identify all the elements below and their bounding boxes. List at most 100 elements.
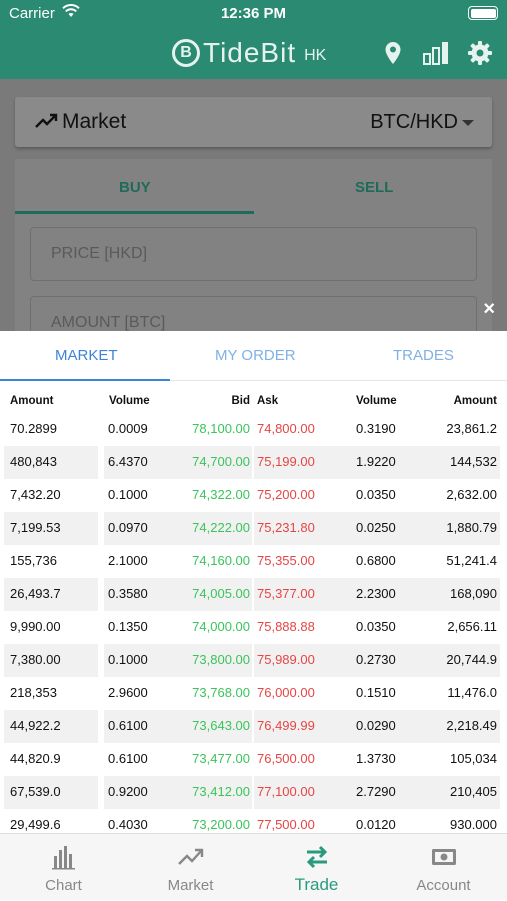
chevron-down-icon [462, 120, 474, 126]
tab-buy[interactable]: BUY [119, 179, 151, 196]
table-row[interactable]: 29,499.6 0.4030 73,200.00 77,500.00 0.0120 93… [0, 809, 507, 833]
market-selector[interactable]: Market BTC/HKD [15, 97, 492, 147]
bid-volume-cell: 0.1000 [108, 652, 148, 667]
bid-volume-cell: 2.9600 [108, 685, 148, 700]
status-bar: Carrier 12:36 PM [0, 0, 507, 28]
ask-amount-cell: 105,034 [450, 751, 497, 766]
nav-market[interactable]: Market [127, 834, 254, 901]
ask-volume-cell: 1.9220 [356, 454, 396, 469]
bid-volume-cell: 2.1000 [108, 553, 148, 568]
close-icon[interactable]: × [483, 298, 495, 321]
active-tab-indicator [0, 379, 170, 381]
ask-price-cell: 76,499.99 [257, 718, 315, 733]
tab-trades[interactable]: TRADES [393, 347, 454, 364]
brand-logo: B TideBit HK [172, 37, 326, 69]
bid-price-cell: 74,222.00 [192, 520, 250, 535]
nav-trade[interactable]: Trade [253, 834, 380, 901]
ask-amount-cell: 930.000 [450, 817, 497, 832]
ask-amount-cell: 168,090 [450, 586, 497, 601]
account-cash-icon [431, 849, 456, 865]
ask-amount-cell: 144,532 [450, 454, 497, 469]
ask-price-cell: 74,800.00 [257, 421, 315, 436]
table-row[interactable]: 155,736 2.1000 74,160.00 75,355.00 0.6800 51,… [0, 545, 507, 578]
tab-my-order[interactable]: MY ORDER [215, 347, 296, 364]
table-row[interactable]: 44,922.2 0.6100 73,643.00 76,499.99 0.0290 2,… [0, 710, 507, 743]
nav-market-label: Market [167, 877, 214, 894]
sheet-tabs: MARKET MY ORDER TRADES [0, 331, 507, 381]
ask-amount-cell: 2,632.00 [446, 487, 497, 502]
table-row[interactable]: 9,990.00 0.1350 74,000.00 75,888.88 0.0350 2,… [0, 611, 507, 644]
ask-volume-cell: 0.0350 [356, 619, 396, 634]
col-bid: Bid [231, 395, 250, 407]
bid-amount-cell: 44,922.2 [10, 718, 61, 733]
table-row[interactable]: 67,539.0 0.9200 73,412.00 77,100.00 2.7290 21… [0, 776, 507, 809]
bid-price-cell: 74,322.00 [192, 487, 250, 502]
ask-amount-cell: 11,476.0 [447, 685, 497, 700]
bid-price-cell: 73,200.00 [192, 817, 250, 832]
bid-price-cell: 74,700.00 [192, 454, 250, 469]
ask-price-cell: 77,100.00 [257, 784, 315, 799]
amount-input[interactable]: AMOUNT [BTC] [30, 296, 477, 331]
table-row[interactable]: 7,380.00 0.1000 73,800.00 75,989.00 0.2730 20… [0, 644, 507, 677]
table-row[interactable]: 480,843 6.4370 74,700.00 75,199.00 1.9220 144… [0, 446, 507, 479]
ask-volume-cell: 0.1510 [356, 685, 396, 700]
bid-price-cell: 73,768.00 [192, 685, 250, 700]
chart-icon [51, 846, 75, 870]
order-book-rows: 70.2899 0.0009 78,100.00 74,800.00 0.3190 23,… [0, 413, 507, 833]
ask-price-cell: 75,888.88 [257, 619, 315, 634]
tab-sell[interactable]: SELL [355, 179, 393, 196]
bid-amount-cell: 44,820.9 [10, 751, 61, 766]
nav-trade-label: Trade [294, 875, 339, 894]
bid-amount-cell: 218,353 [10, 685, 57, 700]
ask-amount-cell: 210,405 [450, 784, 497, 799]
bid-price-cell: 73,412.00 [192, 784, 250, 799]
bid-amount-cell: 9,990.00 [10, 619, 61, 634]
status-time: 12:36 PM [220, 5, 287, 22]
ask-price-cell: 75,231.80 [257, 520, 315, 535]
table-row[interactable]: 7,199.53 0.0970 74,222.00 75,231.80 0.0250 1,… [0, 512, 507, 545]
bid-price-cell: 74,005.00 [192, 586, 250, 601]
table-row[interactable]: 26,493.7 0.3580 74,005.00 75,377.00 2.2300 16… [0, 578, 507, 611]
table-row[interactable]: 44,820.9 0.6100 73,477.00 76,500.00 1.3730 10… [0, 743, 507, 776]
price-input[interactable]: PRICE [HKD] [30, 227, 477, 281]
pair-select[interactable]: BTC/HKD [370, 111, 458, 134]
ask-price-cell: 75,377.00 [257, 586, 315, 601]
location-pin-icon[interactable] [380, 40, 406, 66]
nav-account[interactable]: Account [380, 834, 507, 901]
buy-tab-indicator [15, 211, 254, 214]
bid-price-cell: 73,800.00 [192, 652, 250, 667]
bid-volume-cell: 0.1000 [108, 487, 148, 502]
bid-amount-cell: 155,736 [10, 553, 57, 568]
order-book-header: Amount Volume Bid Ask Volume Amount [0, 393, 507, 411]
bid-volume-cell: 0.9200 [108, 784, 148, 799]
bid-amount-cell: 480,843 [10, 454, 57, 469]
bid-volume-cell: 0.3580 [108, 586, 148, 601]
nav-chart-label: Chart [45, 877, 82, 894]
ask-volume-cell: 0.0290 [356, 718, 396, 733]
ask-volume-cell: 2.7290 [356, 784, 396, 799]
ask-price-cell: 75,355.00 [257, 553, 315, 568]
nav-account-label: Account [416, 877, 471, 894]
nav-chart[interactable]: Chart [0, 834, 127, 901]
ask-price-cell: 76,000.00 [257, 685, 315, 700]
table-row[interactable]: 218,353 2.9600 73,768.00 76,000.00 0.1510 11,… [0, 677, 507, 710]
col-ask-volume: Volume [356, 395, 397, 407]
table-row[interactable]: 7,432.20 0.1000 74,322.00 75,200.00 0.0350 2,… [0, 479, 507, 512]
brand-name: TideBit [203, 37, 297, 68]
app-header: Carrier 12:36 PM B TideBit HK [0, 0, 507, 79]
ask-price-cell: 75,989.00 [257, 652, 315, 667]
tab-market[interactable]: MARKET [55, 347, 118, 364]
bid-volume-cell: 0.1350 [108, 619, 148, 634]
bid-amount-cell: 7,199.53 [10, 520, 61, 535]
ask-volume-cell: 0.2730 [356, 652, 396, 667]
table-row[interactable]: 70.2899 0.0009 78,100.00 74,800.00 0.3190 23,… [0, 413, 507, 446]
gear-icon[interactable] [467, 40, 493, 66]
bid-price-cell: 78,100.00 [192, 421, 250, 436]
bar-chart-icon[interactable] [423, 40, 449, 66]
bid-volume-cell: 0.4030 [108, 817, 148, 832]
ask-amount-cell: 2,656.11 [447, 619, 497, 634]
bid-amount-cell: 26,493.7 [10, 586, 61, 601]
bid-price-cell: 73,643.00 [192, 718, 250, 733]
ask-volume-cell: 0.0350 [356, 487, 396, 502]
bid-price-cell: 73,477.00 [192, 751, 250, 766]
